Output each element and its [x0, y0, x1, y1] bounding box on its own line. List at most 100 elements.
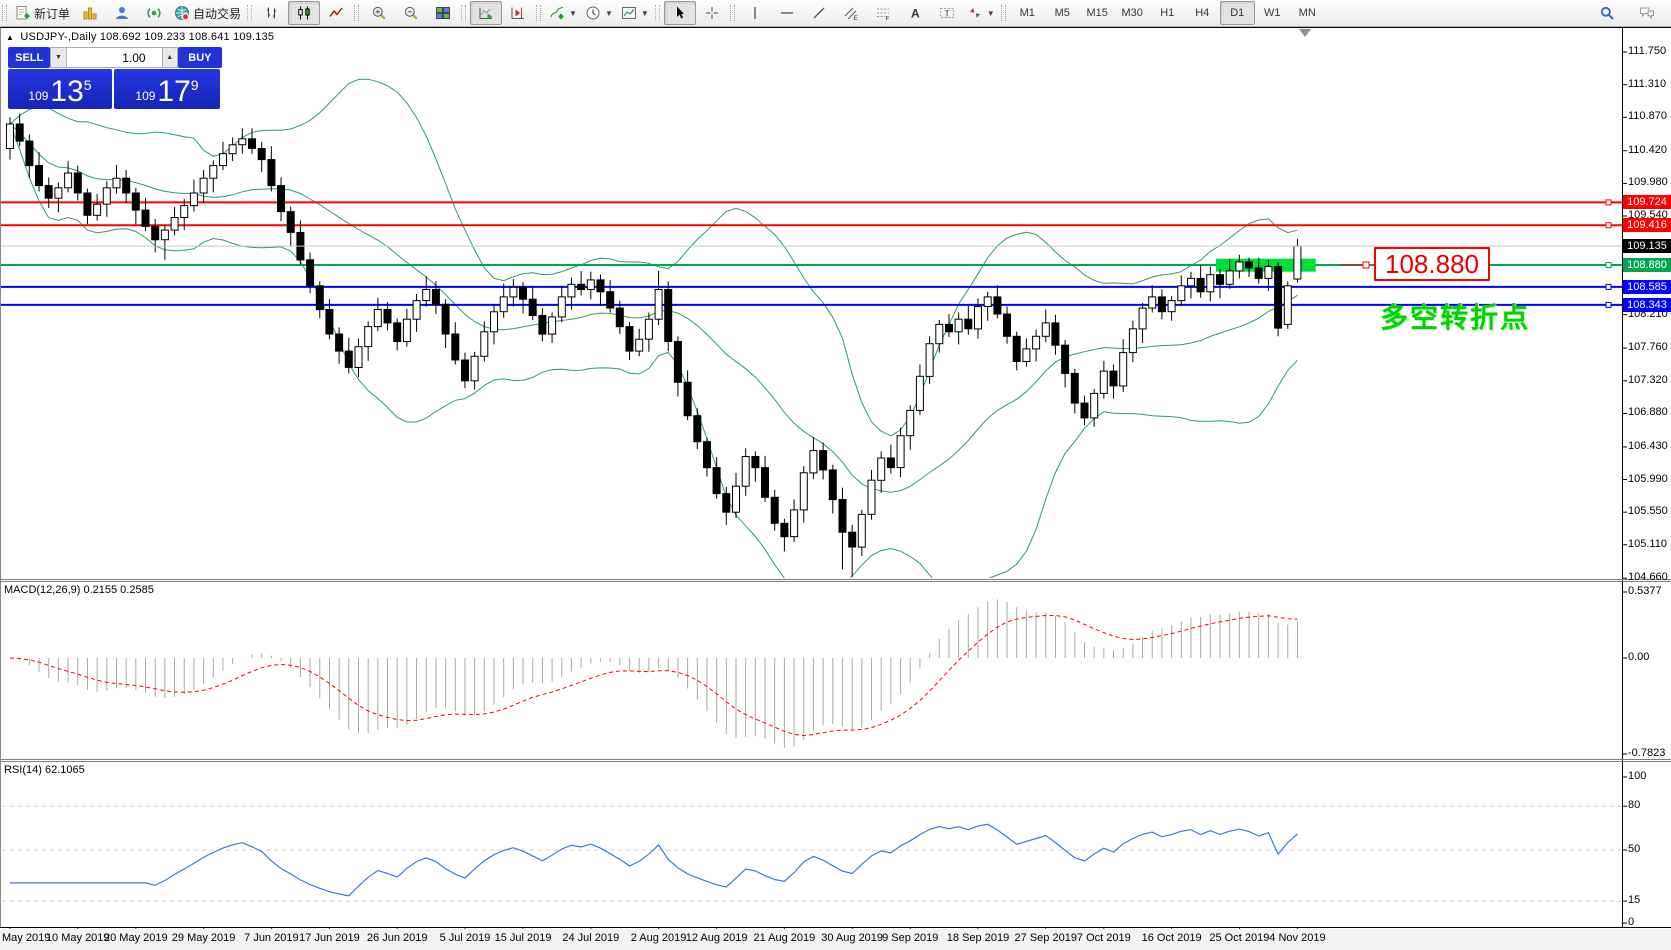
autotrading-button[interactable]: 自动交易 [170, 1, 245, 25]
vertical-line-button[interactable] [739, 1, 771, 25]
profile-button[interactable] [106, 1, 138, 25]
price-tick-label: 107.760 [1628, 341, 1668, 353]
bar-chart-button[interactable] [256, 1, 288, 25]
hline-price-badge: 108.343 [1623, 298, 1671, 312]
chart-window-button[interactable] [74, 1, 106, 25]
toolbar-drag-handle[interactable] [730, 5, 735, 21]
text-button[interactable]: A [899, 1, 931, 25]
template-icon [621, 5, 637, 21]
toolbar-drag-handle[interactable] [536, 5, 541, 21]
svg-text:F: F [885, 16, 889, 22]
clock-icon [585, 5, 601, 21]
tf-mn-button[interactable]: MN [1290, 1, 1325, 25]
zoom-out-button[interactable] [395, 1, 427, 25]
toolbar-drag-handle[interactable] [247, 5, 252, 21]
tf-h1-button[interactable]: H1 [1150, 1, 1185, 25]
zoom-in-button[interactable] [363, 1, 395, 25]
date-tick-label: 4 Nov 2019 [1255, 932, 1339, 944]
toolbar-group [245, 0, 352, 26]
sell-button[interactable]: SELL [8, 47, 50, 68]
toolbar-drag-handle[interactable] [655, 5, 660, 21]
rsi-tick-label: 50 [1628, 843, 1640, 855]
hline-price-badge: 108.585 [1623, 280, 1671, 294]
chart-canvas[interactable] [0, 0, 1671, 950]
chart-shift-button[interactable] [502, 1, 534, 25]
rsi-label: RSI(14) 62.1065 [4, 764, 85, 776]
toolbar-drag-handle[interactable] [2, 5, 7, 21]
hline-price-badge: 109.724 [1623, 195, 1671, 209]
toolbar-group: ▼ ▼ ▼ [534, 0, 653, 26]
buy-price-button[interactable]: 109 17 9 [114, 69, 220, 109]
indicators-button[interactable]: ▼ [545, 1, 581, 25]
templates-button[interactable]: ▼ [617, 1, 653, 25]
label-icon: T [939, 5, 955, 21]
new-order-icon [15, 5, 31, 21]
price-tick-label: 109.980 [1628, 176, 1668, 188]
crosshair-button[interactable] [696, 1, 728, 25]
new-order-label: 新订单 [34, 5, 70, 22]
cursor-button[interactable] [664, 1, 696, 25]
rsi-tick-label: 100 [1628, 770, 1646, 782]
new-order-button[interactable]: 新订单 [11, 1, 74, 25]
tf-m1-label: M1 [1020, 7, 1035, 19]
periods-dropdown-icon[interactable]: ▼ [605, 9, 613, 18]
tf-m1-button[interactable]: M1 [1010, 1, 1045, 25]
tf-w1-button[interactable]: W1 [1255, 1, 1290, 25]
tf-m15-button[interactable]: M15 [1080, 1, 1115, 25]
price-tick-label: 110.870 [1628, 110, 1667, 122]
tf-mn-label: MN [1299, 7, 1316, 19]
toolbar-drag-handle[interactable] [354, 5, 359, 21]
one-click-trading-panel: SELL ▼ 1.00 ▲ BUY 109 13 5 109 17 9 [8, 47, 222, 109]
buy-button[interactable]: BUY [178, 47, 222, 68]
trendline-button[interactable] [803, 1, 835, 25]
chart-title: ▲ USDJPY-,Daily 108.692 109.233 108.641 … [6, 31, 274, 43]
price-tick-label: 111.750 [1628, 45, 1666, 57]
tf-m5-button[interactable]: M5 [1045, 1, 1080, 25]
horizontal-line-button[interactable] [771, 1, 803, 25]
price-tick-label: 107.320 [1628, 374, 1668, 386]
volume-decrease-button[interactable]: ▼ [50, 47, 66, 68]
tf-m30-button[interactable]: M30 [1115, 1, 1150, 25]
panel-collapse-arrow-icon[interactable]: ▲ [6, 33, 14, 42]
volume-input[interactable]: 1.00 [67, 47, 162, 68]
fibonacci-button[interactable]: F [867, 1, 899, 25]
periods-button[interactable]: ▼ [581, 1, 617, 25]
price-tick-label: 105.110 [1628, 538, 1667, 550]
sell-price-big: 13 [50, 76, 83, 107]
sell-price-button[interactable]: 109 13 5 [8, 69, 112, 109]
autotrading-label: 自动交易 [193, 5, 241, 22]
buy-price-big: 17 [157, 76, 190, 107]
auto-scroll-button[interactable] [470, 1, 502, 25]
svg-text:T: T [944, 9, 949, 19]
toolbar-drag-handle[interactable] [1001, 5, 1006, 21]
price-tick-label: 105.990 [1628, 473, 1668, 485]
line-chart-button[interactable] [320, 1, 352, 25]
arrows-dropdown-icon[interactable]: ▼ [987, 9, 995, 18]
search-button[interactable] [1591, 1, 1623, 25]
channel-button[interactable]: E [835, 1, 867, 25]
label-button[interactable]: T [931, 1, 963, 25]
signal-button[interactable] [138, 1, 170, 25]
candle-chart-button[interactable] [288, 1, 320, 25]
toolbar-group: M1 M5M15 M30 H1H4D1W1 MN [999, 0, 1325, 26]
arrows-button[interactable]: ▼ [963, 1, 999, 25]
current-price-badge: 109.135 [1623, 239, 1671, 253]
tf-d1-button[interactable]: D1 [1220, 1, 1255, 25]
tf-m30-label: M30 [1122, 7, 1143, 19]
indicators-dropdown-icon[interactable]: ▼ [569, 9, 577, 18]
chat-button[interactable] [1631, 1, 1663, 25]
tf-h4-button[interactable]: H4 [1185, 1, 1220, 25]
toolbar: 新订单 自动交易 ▼ ▼ ▼ E F A T ▼ M1 M5M15 M30 H1H4D1W1 MN [0, 0, 1671, 27]
svg-text:A: A [911, 7, 920, 21]
price-tick-label: 105.550 [1628, 505, 1668, 517]
tile-windows-button[interactable] [427, 1, 459, 25]
templates-dropdown-icon[interactable]: ▼ [641, 9, 649, 18]
macd-tick-label: -0.7823 [1628, 747, 1665, 759]
toolbar-drag-handle[interactable] [461, 5, 466, 21]
volume-increase-button[interactable]: ▲ [162, 47, 178, 68]
svg-text:E: E [853, 15, 858, 21]
annotation-text: 多空转折点 [1380, 296, 1530, 336]
sell-price-base: 109 [28, 89, 48, 103]
zoom-in-icon [371, 5, 387, 21]
price-tick-label: 111.310 [1628, 78, 1666, 90]
